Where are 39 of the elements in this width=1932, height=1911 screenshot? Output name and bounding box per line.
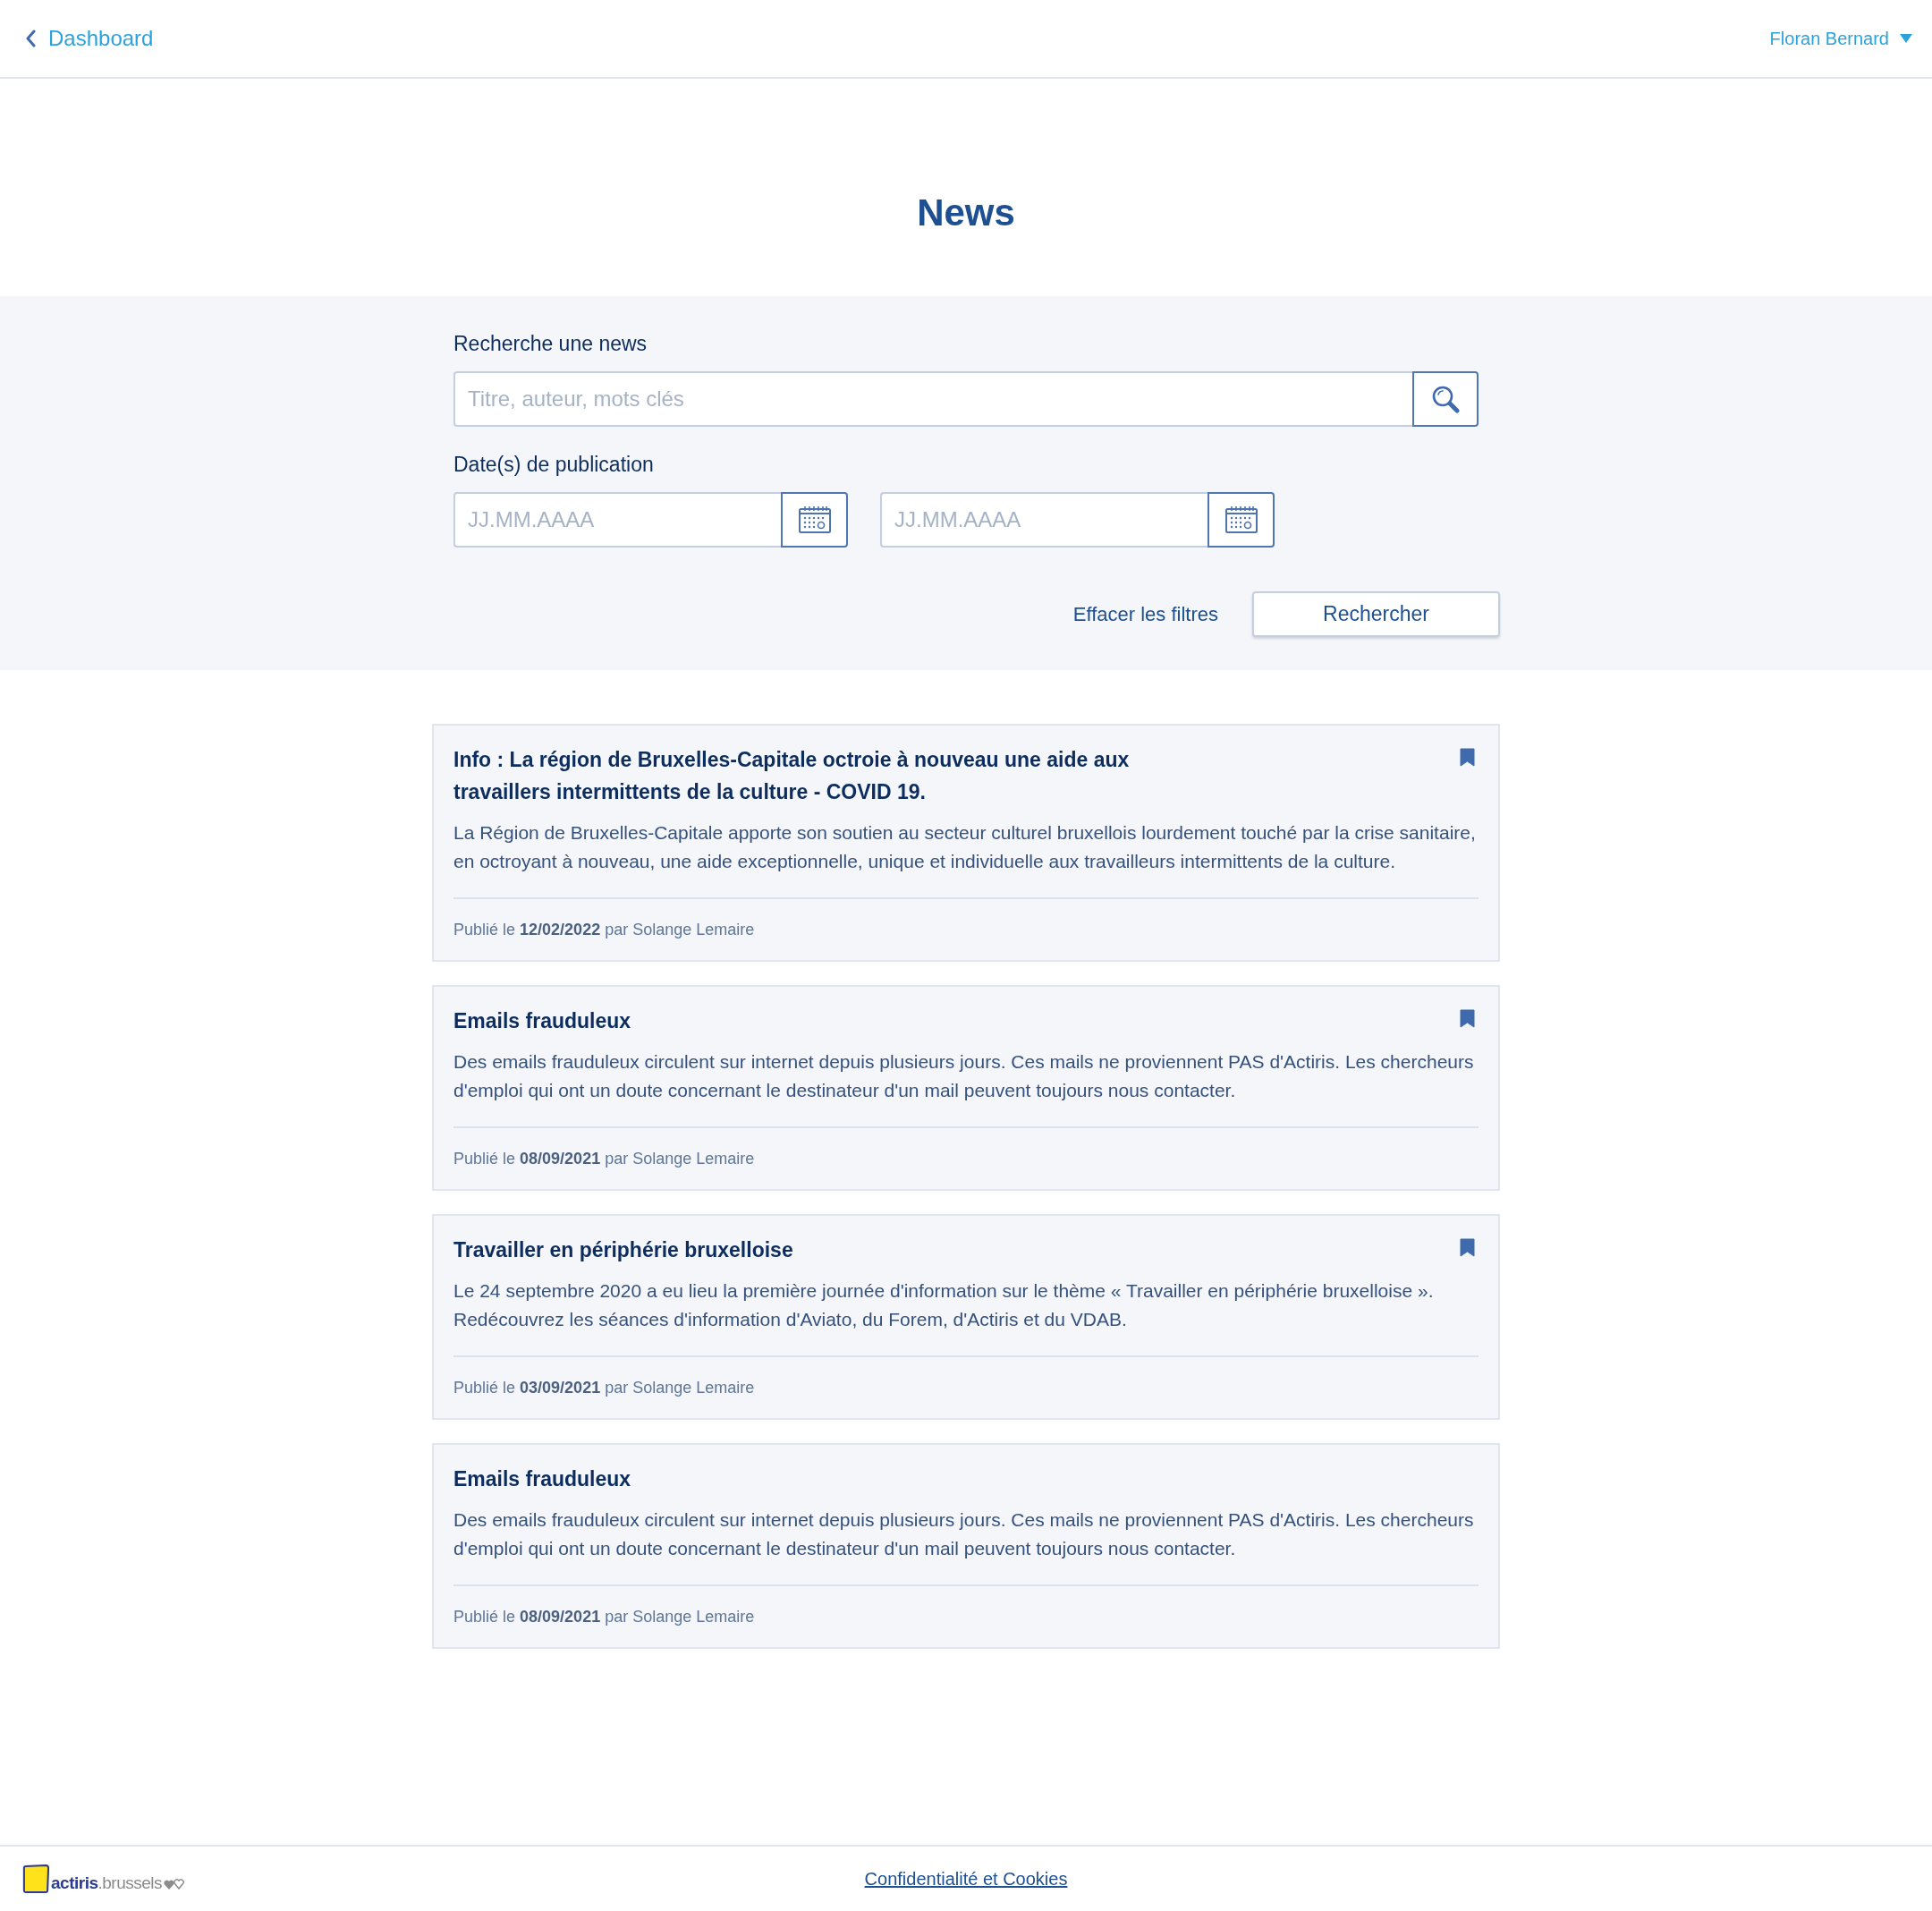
news-title[interactable]: Travailler en périphérie bruxelloise xyxy=(453,1234,793,1266)
news-summary: Des emails frauduleux circulent sur internet depuis plusieurs jours. Ces mails ne proviennent PAS d'Actiris. Les chercheurs d'emploi qui ont un doute concernant le destinateur d'un mail peuvent toujours nous contacter. xyxy=(453,1050,1475,1102)
news-card[interactable] xyxy=(432,1214,1500,1420)
news-title[interactable]: Info : La région de Bruxelles-Capitale octroie à nouveau une aide aux travaillers intermittents de la culture - COVID 19. xyxy=(453,743,1187,808)
news-title[interactable]: Emails frauduleux xyxy=(453,1005,631,1037)
news-title[interactable]: Emails frauduleux xyxy=(453,1463,631,1495)
publication-info: Publié le 12/02/2022 par Solange Lemaire xyxy=(453,920,756,940)
news-card[interactable] xyxy=(432,1443,1500,1649)
bookmark-icon[interactable] xyxy=(1460,1238,1475,1257)
publication-info: Publié le 08/09/2021 par Solange Lemaire xyxy=(453,1149,756,1169)
square-logo-icon xyxy=(22,1864,49,1893)
chevron-left-icon xyxy=(25,30,36,47)
date-field[interactable]: JJ.MM.AAAA xyxy=(453,492,781,548)
caret-down-icon xyxy=(1900,34,1912,43)
news-card[interactable] xyxy=(432,724,1500,962)
search-icon xyxy=(1431,385,1460,413)
bookmark-icon[interactable] xyxy=(1460,1009,1475,1028)
date-label: Date(s) de publication xyxy=(453,452,655,478)
calendar-icon xyxy=(1224,506,1258,533)
search-field[interactable]: Titre, auteur, mots clés xyxy=(453,371,1412,427)
clear-filters-link[interactable]: Effacer les filtres xyxy=(1072,600,1218,628)
search-button[interactable] xyxy=(1412,371,1479,427)
publication-info: Publié le 08/09/2021 par Solange Lemaire xyxy=(453,1607,756,1627)
date-field[interactable]: JJ.MM.AAAA xyxy=(880,492,1208,548)
search-submit-button[interactable]: Rechercher xyxy=(1252,591,1500,637)
news-summary: La Région de Bruxelles-Capitale apporte son soutien au secteur culturel bruxellois lourdement touché par la crise sanitaire, en octroyant à nouveau, une aide exceptionnelle, unique et individuelle aux travailleurs intermittents de la culture. xyxy=(453,821,1477,873)
calendar-button[interactable] xyxy=(1208,492,1275,548)
publication-info: Publié le 03/09/2021 par Solange Lemaire xyxy=(453,1378,756,1398)
bookmark-icon[interactable] xyxy=(1460,748,1475,767)
logo-text: actiris.brussels xyxy=(51,1873,162,1893)
hearts-icon xyxy=(164,1878,185,1890)
search-label: Recherche une news xyxy=(453,331,648,357)
calendar-button[interactable] xyxy=(781,492,848,548)
news-summary: Des emails frauduleux circulent sur internet depuis plusieurs jours. Ces mails ne proviennent PAS d'Actiris. Les chercheurs d'emploi qui ont un doute concernant le destinateur d'un mail peuvent toujours nous contacter. xyxy=(453,1508,1475,1560)
calendar-icon xyxy=(798,506,831,533)
news-summary: Le 24 septembre 2020 a eu lieu la première journée d'information sur le thème « Travailler en périphérie bruxelloise ». Redécouvrez les séances d'information d'Aviato, du Forem, d'Actiris et du VDAB. xyxy=(453,1279,1435,1331)
page-title: News xyxy=(916,191,1016,235)
news-card[interactable] xyxy=(432,985,1500,1191)
privacy-link[interactable]: Confidentialité et Cookies xyxy=(864,1866,1068,1891)
